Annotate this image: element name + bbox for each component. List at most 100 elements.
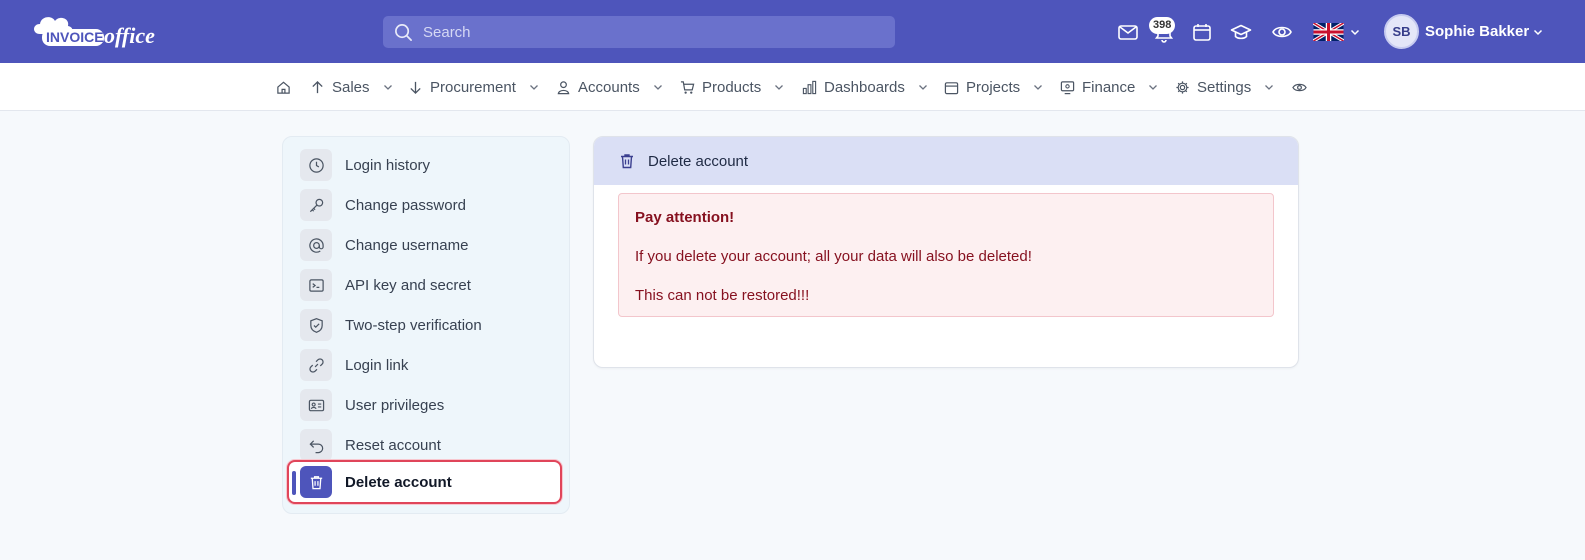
icon-box <box>300 389 332 421</box>
link-icon <box>308 357 324 373</box>
delete-account-card: Delete account Pay attention! If you del… <box>593 136 1299 368</box>
nav-label: Projects <box>966 78 1021 96</box>
id-card-icon <box>308 399 324 411</box>
sidebar-item-api-key[interactable]: API key and secret <box>300 267 562 303</box>
card-header: Delete account <box>594 137 1298 185</box>
sidebar-item-delete-account[interactable]: Delete account <box>287 460 562 504</box>
bar-chart-icon <box>802 80 817 94</box>
uk-flag-icon[interactable] <box>1313 23 1344 41</box>
at-icon <box>308 237 324 253</box>
chevron-down-icon <box>775 85 784 90</box>
eye-icon <box>1292 83 1307 91</box>
graduation-cap-icon[interactable] <box>1230 21 1252 43</box>
nav-dashboards[interactable]: Dashboards <box>802 63 928 111</box>
shield-icon <box>309 317 323 333</box>
sidebar-item-change-username[interactable]: Change username <box>300 227 562 263</box>
nav-label: Procurement <box>430 78 516 96</box>
icon-box <box>300 349 332 381</box>
active-indicator <box>292 471 296 495</box>
account-sidebar: Login history Change password Change use… <box>282 136 570 514</box>
nav-sales[interactable]: Sales <box>310 63 393 111</box>
mail-icon[interactable] <box>1117 21 1139 43</box>
icon-box <box>300 229 332 261</box>
nav-accounts[interactable]: Accounts <box>556 63 663 111</box>
icon-box <box>300 429 332 461</box>
sidebar-item-label: User privileges <box>345 396 445 414</box>
user-name[interactable]: Sophie Bakker <box>1425 23 1529 40</box>
chevron-down-icon <box>529 85 538 90</box>
nav-label: Accounts <box>578 78 640 96</box>
arrow-down-icon <box>410 81 421 94</box>
nav-products[interactable]: Products <box>680 63 784 111</box>
person-icon <box>557 80 570 94</box>
sidebar-item-two-step-verification[interactable]: Two-step verification <box>300 307 562 343</box>
gear-icon <box>1176 80 1189 94</box>
sidebar-item-reset-account[interactable]: Reset account <box>300 427 562 463</box>
card-title: Delete account <box>648 152 749 170</box>
alert-message: This can not be restored!!! <box>635 287 810 304</box>
nav-label: Products <box>702 78 762 96</box>
home-icon <box>277 81 290 94</box>
chevron-down-icon <box>653 85 662 90</box>
warning-alert: Pay attention! If you delete your accoun… <box>618 193 1274 317</box>
avatar[interactable]: SB <box>1384 14 1419 49</box>
chevron-down-icon <box>1034 85 1043 90</box>
terminal-icon <box>308 278 324 292</box>
nav-finance[interactable]: Finance <box>1060 63 1158 111</box>
sidebar-item-login-history[interactable]: Login history <box>300 147 562 183</box>
sidebar-item-label: Login link <box>345 356 409 374</box>
search-icon <box>395 24 412 41</box>
sidebar-item-label: Reset account <box>345 436 441 454</box>
monitor-icon <box>1060 80 1075 94</box>
chevron-down-icon <box>1265 85 1274 90</box>
icon-box <box>300 309 332 341</box>
search-input[interactable] <box>423 16 883 48</box>
nav-procurement[interactable]: Procurement <box>408 63 539 111</box>
calendar-icon <box>944 81 959 94</box>
sidebar-item-label: Delete account <box>345 473 452 491</box>
invoiceoffice-logo[interactable]: INVOICE office <box>30 12 180 52</box>
nav-projects[interactable]: Projects <box>944 63 1043 111</box>
clock-icon <box>308 157 324 173</box>
trash-icon <box>621 154 633 169</box>
nav-label: Sales <box>332 78 370 96</box>
svg-text:INVOICE: INVOICE <box>46 29 104 45</box>
svg-text:office: office <box>104 23 155 48</box>
nav-settings[interactable]: Settings <box>1175 63 1274 111</box>
key-icon <box>309 198 323 212</box>
sidebar-item-label: Change password <box>345 196 466 214</box>
alert-message: If you delete your account; all your dat… <box>635 248 1032 265</box>
sidebar-item-login-link[interactable]: Login link <box>300 347 562 383</box>
eye-icon[interactable] <box>1271 21 1293 43</box>
sidebar-item-change-password[interactable]: Change password <box>300 187 562 223</box>
sidebar-item-label: Two-step verification <box>345 316 482 334</box>
sidebar-item-label: API key and secret <box>345 276 471 294</box>
chevron-down-icon[interactable] <box>1533 27 1543 37</box>
alert-title: Pay attention! <box>635 209 735 226</box>
icon-box <box>300 269 332 301</box>
calendar-icon[interactable] <box>1191 21 1213 43</box>
undo-icon <box>308 439 323 453</box>
arrow-up-icon <box>312 80 323 93</box>
chevron-down-icon <box>1149 85 1158 90</box>
icon-box <box>300 189 332 221</box>
chevron-down-icon <box>918 85 927 90</box>
icon-box <box>300 466 332 498</box>
nav-label: Dashboards <box>824 78 905 96</box>
sidebar-item-label: Login history <box>345 156 431 174</box>
nav-label: Settings <box>1197 78 1252 96</box>
main-navigation: Sales Procurement Accounts Products Dash… <box>0 63 1585 111</box>
home-button[interactable] <box>276 63 291 111</box>
chevron-down-icon <box>383 85 392 90</box>
top-bar: INVOICE office 398 SB Sophie Bakker <box>0 0 1585 63</box>
preview-button[interactable] <box>1292 63 1307 111</box>
sidebar-item-user-privileges[interactable]: User privileges <box>300 387 562 423</box>
search-bar[interactable] <box>383 16 895 48</box>
nav-label: Finance <box>1082 78 1136 96</box>
notification-badge: 398 <box>1149 17 1176 34</box>
trash-icon <box>310 475 322 489</box>
chevron-down-icon[interactable] <box>1350 27 1360 37</box>
cart-icon <box>680 80 695 94</box>
sidebar-item-label: Change username <box>345 236 469 254</box>
icon-box <box>300 149 332 181</box>
